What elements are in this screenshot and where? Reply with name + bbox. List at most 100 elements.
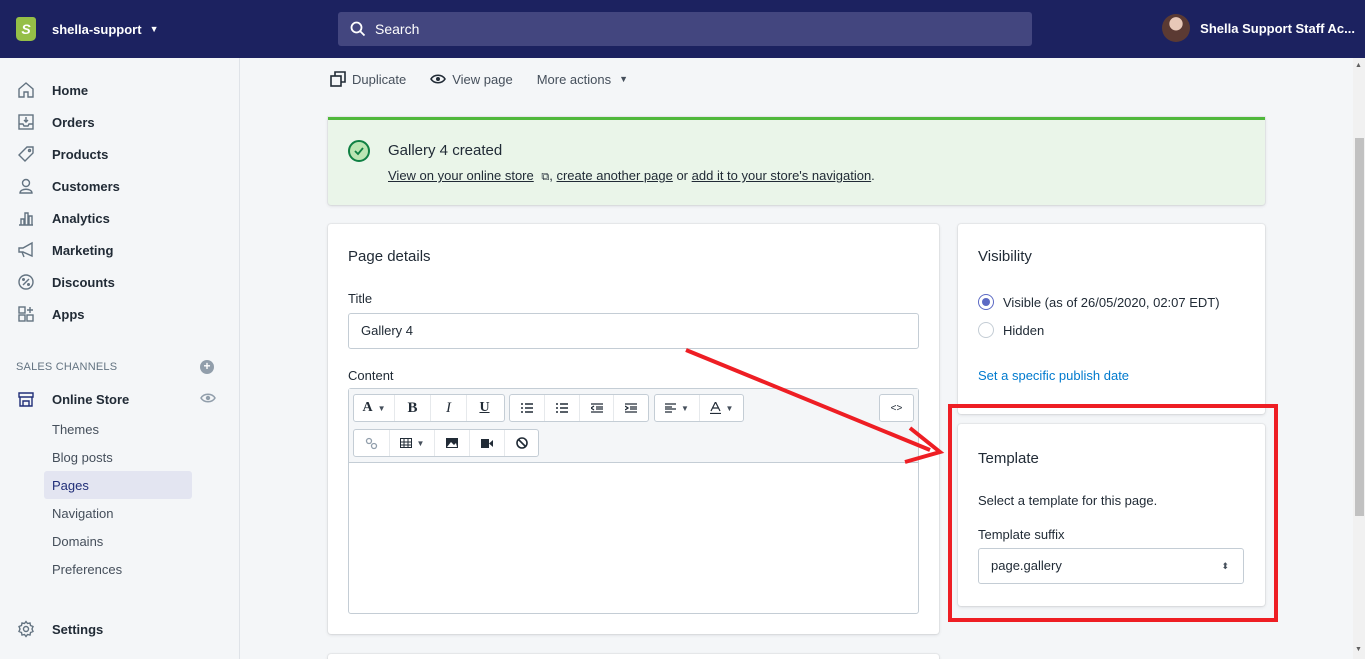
duplicate-icon bbox=[330, 71, 346, 87]
sidebar-subitem-navigation[interactable]: Navigation bbox=[44, 499, 192, 527]
template-title: Template bbox=[978, 450, 1039, 467]
editor-content-area[interactable] bbox=[349, 463, 918, 613]
hidden-label: Hidden bbox=[1003, 322, 1045, 338]
image-icon[interactable] bbox=[434, 430, 469, 456]
more-actions-button[interactable]: More actions ▼ bbox=[537, 72, 628, 87]
add-to-navigation-link[interactable]: add it to your store's navigation bbox=[692, 168, 872, 183]
sidebar-item-label: Customers bbox=[52, 178, 120, 194]
hidden-radio[interactable] bbox=[978, 322, 994, 338]
template-suffix-select[interactable]: page.gallery ⬍ bbox=[978, 548, 1244, 584]
banner-separator: or bbox=[672, 168, 692, 183]
caret-down-icon: ▼ bbox=[149, 24, 159, 34]
bulleted-list-icon[interactable] bbox=[510, 395, 544, 421]
caret-down-icon: ▼ bbox=[619, 74, 629, 84]
banner-period: . bbox=[871, 168, 875, 183]
select-arrows-icon: ⬍ bbox=[1221, 561, 1229, 571]
sidebar-item-label: Products bbox=[52, 146, 109, 162]
discount-icon bbox=[16, 272, 36, 292]
page-actions: Duplicate View page More actions ▼ bbox=[330, 71, 652, 87]
table-icon bbox=[399, 438, 412, 448]
sidebar-item-label: Analytics bbox=[52, 210, 110, 226]
add-channel-icon[interactable]: + bbox=[200, 360, 214, 374]
sidebar-item-label: Settings bbox=[52, 621, 104, 637]
caret-down-icon: ▼ bbox=[377, 403, 386, 413]
link-icon[interactable] bbox=[354, 430, 389, 456]
numbered-list-icon[interactable] bbox=[544, 395, 579, 421]
sidebar-item-online-store[interactable]: Online Store bbox=[16, 385, 129, 413]
duplicate-label: Duplicate bbox=[352, 71, 407, 87]
user-name: Shella Support Staff Ac... bbox=[1200, 20, 1355, 36]
sidebar-item-apps[interactable]: Apps bbox=[16, 300, 85, 328]
sidebar-subitem-pages[interactable]: Pages bbox=[44, 471, 192, 499]
success-banner: Gallery 4 created View on your online st… bbox=[328, 117, 1265, 205]
sidebar-item-orders[interactable]: Orders bbox=[16, 108, 95, 136]
html-view-button[interactable]: <> bbox=[880, 395, 913, 421]
text-color-dropdown[interactable]: ▼ bbox=[698, 395, 743, 421]
sidebar-subitem-domains[interactable]: Domains bbox=[44, 527, 192, 555]
sidebar-item-products[interactable]: Products bbox=[16, 140, 108, 168]
sales-channels-title: SALES CHANNELS bbox=[16, 361, 118, 373]
visible-radio-option[interactable]: Visible (as of 26/05/2020, 02:07 EDT) bbox=[978, 294, 1220, 310]
rich-text-editor: A ▼ B I U ▼ ▼ <> ▼ bbox=[348, 388, 919, 614]
caret-down-icon: ▼ bbox=[681, 403, 689, 413]
sidebar-item-customers[interactable]: Customers bbox=[16, 172, 120, 200]
template-description: Select a template for this page. bbox=[978, 493, 1158, 508]
store-switcher[interactable]: S shella-support ▼ bbox=[0, 17, 330, 41]
search-input[interactable]: Search bbox=[338, 12, 1032, 46]
scroll-thumb[interactable] bbox=[1355, 138, 1364, 516]
align-dropdown[interactable]: ▼ bbox=[655, 395, 699, 421]
view-page-label: View page bbox=[452, 71, 513, 87]
shopify-logo-icon: S bbox=[16, 17, 36, 41]
page-details-card: Page details Title Gallery 4 Content A ▼ … bbox=[328, 224, 939, 634]
sidebar-item-label: Home bbox=[52, 82, 89, 98]
font-style-label: A bbox=[362, 400, 373, 415]
caret-down-icon: ▼ bbox=[416, 438, 425, 448]
hidden-radio-option[interactable]: Hidden bbox=[978, 322, 1044, 338]
set-publish-date-link[interactable]: Set a specific publish date bbox=[978, 368, 1129, 383]
clear-format-icon[interactable] bbox=[504, 430, 538, 456]
sidebar-subitem-blog-posts[interactable]: Blog posts bbox=[44, 443, 192, 471]
sidebar-item-label: Apps bbox=[52, 306, 85, 322]
scroll-up-icon[interactable]: ▲ bbox=[1355, 62, 1362, 69]
banner-title: Gallery 4 created bbox=[388, 142, 503, 159]
table-dropdown[interactable]: ▼ bbox=[389, 430, 434, 456]
italic-button[interactable]: I bbox=[430, 395, 466, 421]
view-store-eye-icon[interactable] bbox=[200, 391, 216, 405]
person-icon bbox=[16, 176, 36, 196]
title-input[interactable]: Gallery 4 bbox=[348, 313, 919, 349]
eye-icon bbox=[430, 74, 447, 84]
align-left-icon bbox=[665, 403, 677, 413]
video-icon[interactable] bbox=[469, 430, 504, 456]
sidebar: Home Orders Products Customers Analytics… bbox=[0, 58, 240, 659]
banner-links: View on your online store ⧉, create anot… bbox=[388, 168, 875, 184]
view-online-store-link[interactable]: View on your online store bbox=[388, 168, 534, 183]
sidebar-item-label: Online Store bbox=[52, 391, 130, 407]
sidebar-item-analytics[interactable]: Analytics bbox=[16, 204, 110, 232]
tag-icon bbox=[16, 144, 36, 164]
underline-button[interactable]: U bbox=[466, 395, 502, 421]
outdent-icon[interactable] bbox=[578, 395, 614, 421]
create-another-page-link[interactable]: create another page bbox=[556, 168, 672, 183]
duplicate-button[interactable]: Duplicate bbox=[330, 71, 406, 87]
bold-button[interactable]: B bbox=[394, 395, 430, 421]
template-suffix-value: page.gallery bbox=[991, 558, 1062, 573]
orders-icon bbox=[16, 112, 36, 132]
view-page-button[interactable]: View page bbox=[430, 71, 513, 87]
scroll-down-icon[interactable]: ▼ bbox=[1355, 646, 1362, 653]
top-bar: S shella-support ▼ Search Shella Support… bbox=[0, 0, 1365, 58]
sidebar-item-home[interactable]: Home bbox=[16, 76, 88, 104]
visible-radio[interactable] bbox=[978, 294, 994, 310]
sidebar-item-discounts[interactable]: Discounts bbox=[16, 268, 115, 296]
store-icon bbox=[16, 389, 36, 409]
sidebar-item-marketing[interactable]: Marketing bbox=[16, 236, 113, 264]
font-style-button[interactable]: A ▼ bbox=[354, 395, 394, 421]
indent-icon[interactable] bbox=[613, 395, 648, 421]
sidebar-item-settings[interactable]: Settings bbox=[16, 615, 103, 643]
avatar bbox=[1162, 14, 1191, 42]
user-menu[interactable]: Shella Support Staff Ac... bbox=[1162, 14, 1355, 42]
align-color-group: ▼ ▼ bbox=[654, 394, 744, 422]
sidebar-subitem-themes[interactable]: Themes bbox=[44, 415, 192, 443]
sidebar-subitem-preferences[interactable]: Preferences bbox=[44, 555, 192, 583]
page-scrollbar[interactable]: ▲ ▼ bbox=[1353, 58, 1365, 659]
page-details-title: Page details bbox=[348, 248, 431, 265]
